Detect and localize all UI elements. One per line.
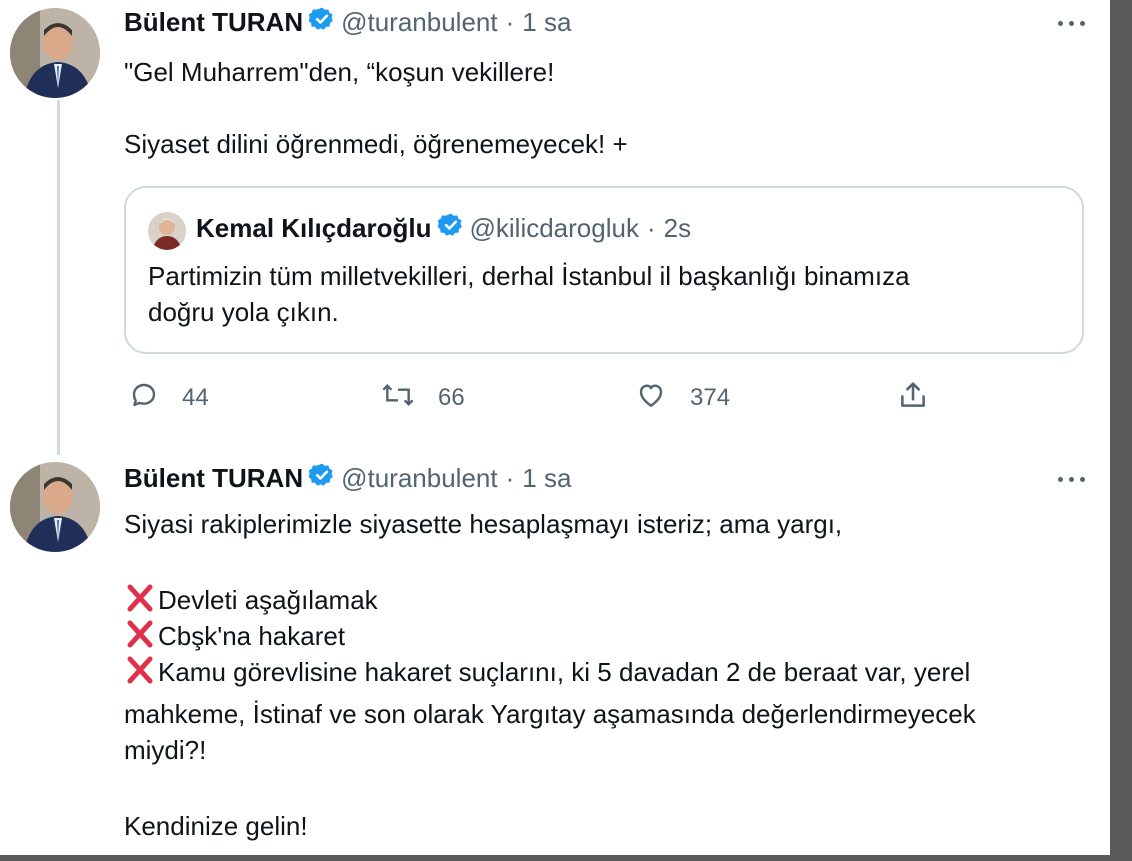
separator-dot: · (646, 213, 656, 243)
tweet-text-line: miydi?! (124, 735, 207, 765)
window-frame-bottom (0, 855, 1132, 861)
quoted-tweet-header: Kemal Kılıçdaroğlu @kilicdarogluk · 2s (196, 212, 691, 245)
display-name[interactable]: Bülent TURAN (124, 7, 303, 38)
tweet-header: Bülent TURAN @turanbulent · 1 sa (124, 6, 571, 39)
thread-connector-line (57, 100, 60, 455)
quoted-display-name[interactable]: Kemal Kılıçdaroğlu (196, 213, 432, 244)
like-button[interactable]: 374 (634, 380, 730, 416)
tweet-header: Bülent TURAN @turanbulent · 1 sa (124, 462, 571, 495)
verified-badge-icon (436, 212, 464, 245)
retweet-button[interactable]: 66 (380, 380, 465, 416)
reply-icon (128, 379, 160, 418)
separator-dot: · (505, 463, 515, 493)
reply-button[interactable]: 44 (128, 380, 209, 416)
cross-mark-icon (126, 655, 154, 685)
avatar[interactable] (10, 462, 100, 552)
tweet-text-line: Kendinize gelin! (124, 811, 308, 841)
retweet-icon (380, 379, 416, 418)
verified-badge-icon (308, 462, 335, 495)
tweet-list-item-text: Kamu görevlisine hakaret suçlarını, ki 5… (158, 657, 971, 687)
like-count: 374 (690, 384, 731, 411)
tweet-list-item-text: Cbşk'na hakaret (158, 621, 346, 651)
tweet-list-item-text: Devleti aşağılamak (158, 585, 378, 615)
timestamp[interactable]: 1 sa (522, 463, 571, 494)
tweet-text-line: mahkeme, İstinaf ve son olarak Yargıtay … (124, 699, 976, 729)
reply-count: 44 (182, 384, 209, 411)
cross-mark-icon (126, 583, 154, 613)
tweet-text-line: Siyasi rakiplerimizle siyasette hesaplaş… (124, 509, 843, 539)
window-frame-right (1110, 0, 1132, 861)
cross-mark-icon (126, 619, 154, 649)
separator-dot: · (505, 7, 515, 37)
display-name[interactable]: Bülent TURAN (124, 463, 303, 494)
retweet-count: 66 (438, 384, 465, 411)
avatar[interactable] (10, 8, 100, 98)
tweet-list-item: Cbşk'na hakaret (126, 618, 345, 654)
handle[interactable]: @turanbulent (341, 7, 498, 38)
like-icon (634, 379, 668, 418)
quoted-timestamp[interactable]: 2s (664, 213, 691, 244)
tweet-text-line: Siyaset dilini öğrenmedi, öğrenemeyecek!… (124, 129, 628, 159)
timestamp[interactable]: 1 sa (522, 7, 571, 38)
more-icon[interactable] (1053, 472, 1089, 486)
verified-badge-icon (308, 6, 335, 39)
quoted-text-line: Partimizin tüm milletvekilleri, derhal İ… (148, 261, 910, 291)
quoted-avatar (148, 212, 186, 250)
quoted-tweet-card[interactable]: Kemal Kılıçdaroğlu @kilicdarogluk · 2s P… (124, 186, 1084, 354)
share-button[interactable] (896, 380, 930, 416)
tweet-list-item: Devleti aşağılamak (126, 582, 378, 618)
quoted-text-line: doğru yola çıkın. (148, 297, 339, 327)
quoted-handle[interactable]: @kilicdarogluk (470, 213, 639, 244)
share-icon (896, 378, 930, 419)
tweet-text-line: "Gel Muharrem"den, “koşun vekillere! (124, 57, 555, 87)
tweet-list-item: Kamu görevlisine hakaret suçlarını, ki 5… (126, 654, 970, 690)
handle[interactable]: @turanbulent (341, 463, 498, 494)
more-icon[interactable] (1053, 16, 1089, 30)
